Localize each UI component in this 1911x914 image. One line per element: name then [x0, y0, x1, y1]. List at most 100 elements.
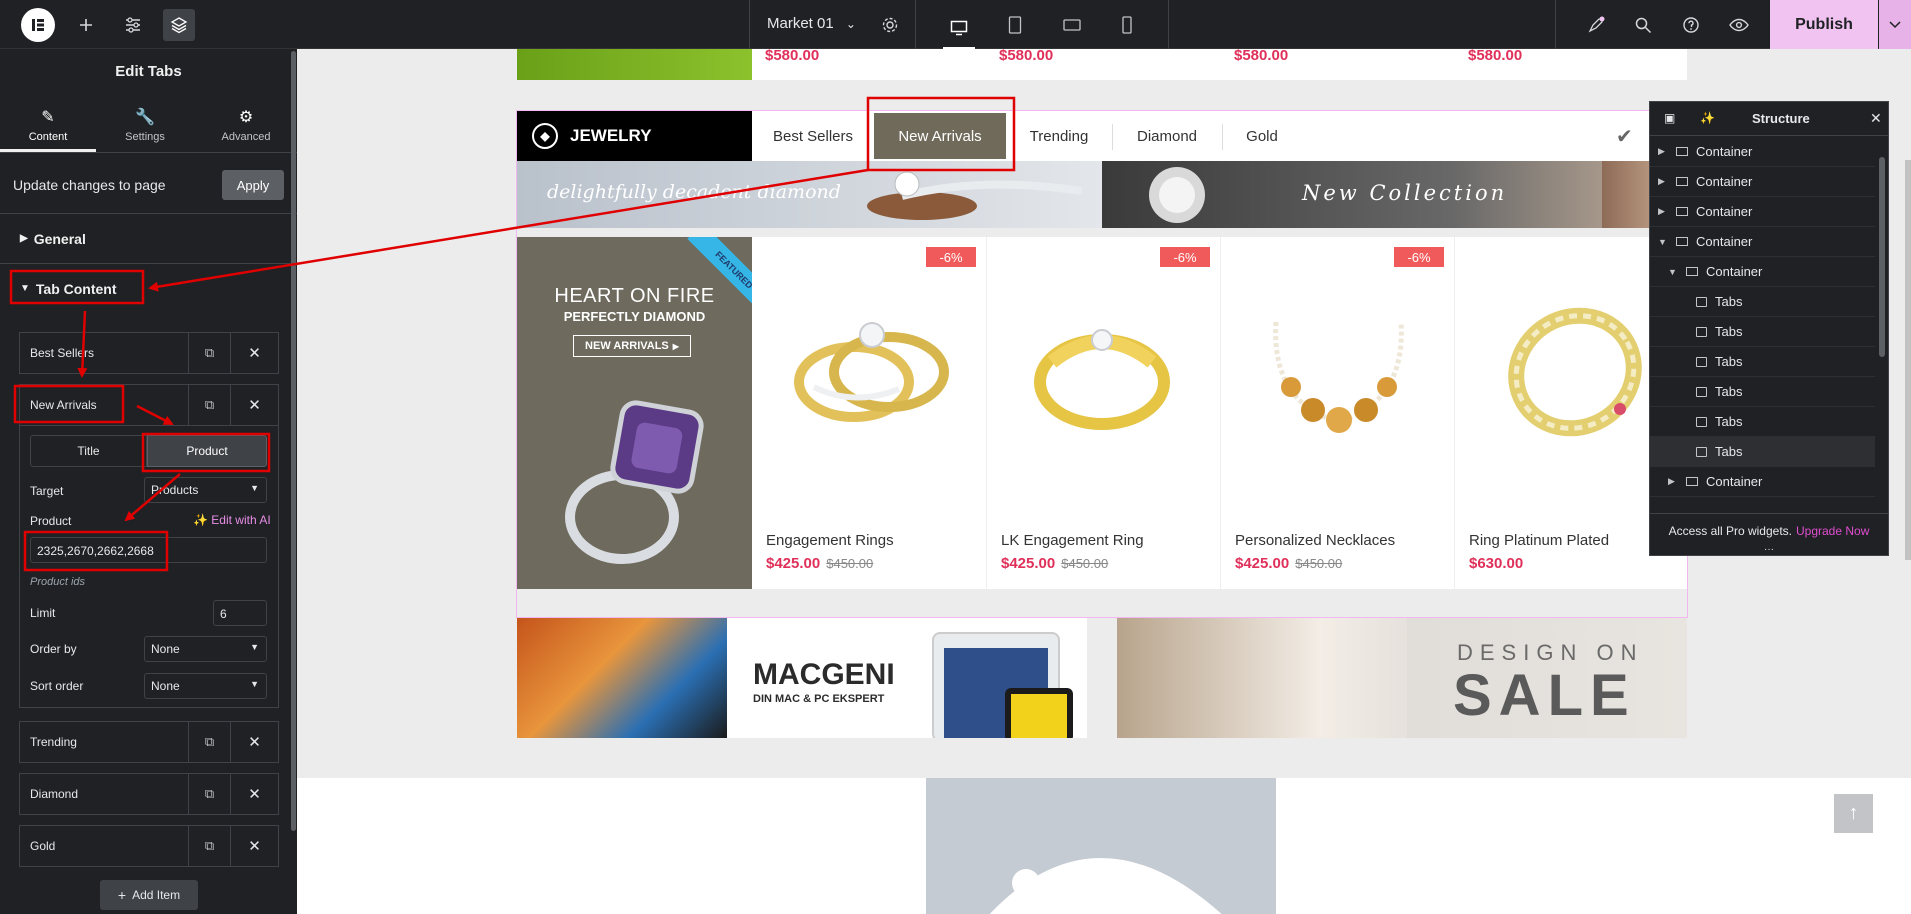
structure-scrollbar[interactable] [1879, 157, 1885, 357]
caret-right-icon: ▶ [20, 233, 28, 244]
tab-settings[interactable]: 🔧 Settings [97, 98, 193, 152]
product-price: $580.00 [765, 47, 820, 64]
wrench-icon: 🔧 [135, 109, 155, 126]
segment-product[interactable]: Product [147, 435, 267, 467]
sort-order-select[interactable]: None ▼ [144, 673, 267, 699]
duplicate-icon[interactable]: ⧉ [188, 385, 230, 425]
order-by-select[interactable]: None ▼ [144, 636, 267, 662]
duplicate-icon[interactable]: ⧉ [188, 333, 230, 373]
caret-right-icon[interactable]: ▶ [1668, 476, 1678, 487]
structure-row-label: Container [1696, 144, 1753, 159]
order-by-value: None [151, 642, 180, 656]
page-name: Market 01 [767, 15, 834, 32]
structure-row-label: Tabs [1715, 354, 1743, 369]
caret-down-icon[interactable]: ▼ [1668, 267, 1678, 277]
duplicate-icon[interactable]: ⧉ [188, 722, 230, 762]
mobile-view-icon[interactable] [1111, 9, 1143, 41]
structure-row-tabs[interactable]: Tabs [1650, 437, 1875, 467]
structure-row-container[interactable]: ▶ Container [1650, 197, 1875, 227]
publish-button[interactable]: Publish [1770, 0, 1878, 49]
edit-with-ai-link[interactable]: ✨ Edit with AI [193, 513, 271, 527]
structure-row-tabs[interactable]: Tabs [1650, 347, 1875, 377]
structure-row-container[interactable]: ▼ Container [1650, 227, 1875, 257]
design-on-sale-banner[interactable]: DESIGN ON SALE [1117, 618, 1687, 738]
target-select[interactable]: Products ▼ [144, 477, 267, 503]
caret-right-icon[interactable]: ▶ [1658, 206, 1668, 217]
close-icon[interactable]: ✕ [230, 826, 278, 866]
structure-row-container[interactable]: ▼ Container [1650, 257, 1875, 287]
tab-content[interactable]: ✎ Content [0, 98, 96, 152]
close-icon[interactable]: ✕ [230, 385, 278, 425]
close-icon[interactable]: ✕ [1870, 110, 1882, 127]
help-icon[interactable] [1675, 9, 1707, 41]
section-general[interactable]: ▶ General [0, 213, 297, 263]
structure-row-label: Container [1706, 474, 1763, 489]
container-icon [1676, 177, 1688, 186]
limit-input[interactable]: 6 [213, 600, 267, 626]
repeater-item-gold[interactable]: Gold ⧉ ✕ [19, 825, 279, 867]
upgrade-now-link[interactable]: Upgrade Now [1796, 524, 1869, 538]
plus-icon: + [117, 887, 127, 903]
repeater-item-diamond[interactable]: Diamond ⧉ ✕ [19, 773, 279, 815]
structure-row-label: Tabs [1715, 384, 1743, 399]
tabs-widget-icon [1696, 416, 1707, 427]
structure-row-container[interactable]: ▶ Container [1650, 167, 1875, 197]
preview-eye-icon[interactable] [1723, 9, 1755, 41]
repeater-item-new-arrivals[interactable]: New Arrivals ⧉ ✕ [19, 384, 279, 426]
collapse-all-icon[interactable]: ▣ [1664, 111, 1675, 125]
close-icon[interactable]: ✕ [230, 722, 278, 762]
order-by-label: Order by [30, 642, 77, 656]
page-selector[interactable]: Market 01 ⌄ [767, 15, 856, 32]
tablet-view-icon[interactable] [999, 9, 1031, 41]
structure-tree: ▶ Container ▶ Container ▶ Container ▼ Container… [1650, 137, 1875, 512]
site-settings-icon[interactable] [117, 9, 149, 41]
repeater-item-best-sellers[interactable]: Best Sellers ⧉ ✕ [19, 332, 279, 374]
product-ids-help: Product ids [30, 576, 86, 588]
gear-icon: ⚙ [238, 109, 254, 126]
sale-banner-line2: SALE [1453, 663, 1636, 728]
ai-sparkle-icon[interactable]: ✨ [1700, 111, 1715, 125]
caret-down-icon[interactable]: ▼ [1658, 237, 1668, 247]
whats-new-rocket-icon[interactable] [1580, 9, 1612, 41]
chevron-down-icon: ⌄ [845, 17, 856, 31]
tablet-landscape-view-icon[interactable] [1056, 9, 1088, 41]
duplicate-icon[interactable]: ⧉ [188, 826, 230, 866]
apply-button[interactable]: Apply [222, 170, 284, 200]
canvas-scrollbar[interactable] [1905, 160, 1911, 560]
product-label: Product [30, 514, 72, 528]
structure-row-tabs[interactable]: Tabs [1650, 317, 1875, 347]
container-icon [1676, 237, 1688, 246]
resize-handle-icon[interactable]: ··· [1650, 545, 1888, 556]
structure-layers-icon[interactable] [163, 9, 195, 41]
page-settings-gear-icon[interactable] [874, 9, 906, 41]
repeater-item-trending[interactable]: Trending ⧉ ✕ [19, 721, 279, 763]
search-icon[interactable] [1627, 9, 1659, 41]
structure-row-tabs[interactable]: Tabs [1650, 377, 1875, 407]
caret-right-icon[interactable]: ▶ [1658, 176, 1668, 187]
container-icon [1686, 267, 1698, 276]
structure-row-container[interactable]: ▶ Container [1650, 137, 1875, 167]
green-banner-fragment [517, 49, 752, 80]
caret-right-icon[interactable]: ▶ [1658, 146, 1668, 157]
structure-row-tabs[interactable]: Tabs [1650, 407, 1875, 437]
add-item-button[interactable]: + Add Item [100, 880, 198, 910]
product-ids-input[interactable]: 2325,2670,2662,2668 [30, 537, 267, 563]
segment-title[interactable]: Title [30, 435, 147, 467]
duplicate-icon[interactable]: ⧉ [188, 774, 230, 814]
section-tab-content[interactable]: ▼ Tab Content [0, 263, 297, 313]
publish-options-chevron-icon[interactable] [1879, 0, 1911, 49]
target-select-value: Products [151, 483, 199, 497]
macgeni-banner[interactable]: MACGENI DIN MAC & PC EKSPERT [517, 618, 1087, 738]
structure-row-label: Tabs [1715, 294, 1743, 309]
structure-row-container[interactable]: ▶ Container [1650, 467, 1875, 497]
scroll-to-top-arrow-icon[interactable]: ↑ [1834, 794, 1873, 833]
structure-row-tabs[interactable]: Tabs [1650, 287, 1875, 317]
close-icon[interactable]: ✕ [230, 333, 278, 373]
close-icon[interactable]: ✕ [230, 774, 278, 814]
add-element-icon[interactable] [70, 9, 102, 41]
ai-sparkle-icon: ✨ [193, 513, 208, 527]
tab-advanced[interactable]: ⚙ Advanced [198, 98, 294, 152]
elementor-logo-icon[interactable] [21, 8, 55, 42]
desktop-view-icon[interactable] [943, 9, 975, 49]
panel-scrollbar[interactable] [291, 51, 296, 831]
